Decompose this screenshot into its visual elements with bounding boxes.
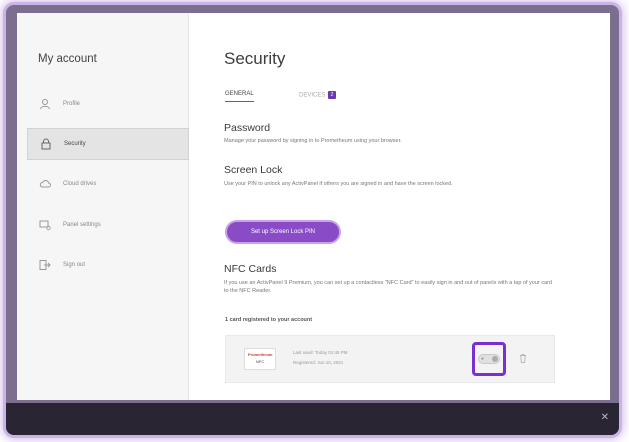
taskbar: ✕ bbox=[6, 403, 619, 435]
sidebar-item-profile[interactable]: Profile bbox=[27, 89, 187, 119]
card-lock-toggle[interactable]: ● bbox=[472, 342, 506, 376]
sign-out-icon bbox=[39, 259, 51, 271]
panel-settings-icon bbox=[39, 219, 51, 231]
sidebar-item-label: Profile bbox=[63, 101, 81, 107]
tab-label: DEVICES bbox=[299, 92, 326, 99]
toggle-knob bbox=[492, 356, 498, 362]
nfc-card-row: Prometheum NFC Last used: Today 01:45 PM… bbox=[225, 335, 555, 383]
security-panel: Security GENERAL DEVICES 2 Password Mana… bbox=[189, 13, 610, 400]
password-description: Manage your password by signing in to Pr… bbox=[224, 138, 402, 144]
sidebar-item-label: Cloud drives bbox=[63, 181, 97, 187]
sidebar-item-panel-settings[interactable]: Panel settings bbox=[27, 210, 187, 240]
tab-general[interactable]: GENERAL bbox=[225, 91, 254, 102]
toggle-track: ● bbox=[478, 354, 500, 364]
nfc-card-thumbnail: Prometheum NFC bbox=[244, 348, 276, 370]
page-title: Security bbox=[224, 49, 286, 68]
sidebar-item-label: Panel settings bbox=[63, 222, 101, 228]
sidebar-title: My account bbox=[38, 53, 97, 65]
person-icon bbox=[39, 98, 51, 110]
tab-label: GENERAL bbox=[225, 91, 254, 97]
card-registered-date: Registered: Jun 10, 2021 bbox=[293, 360, 344, 365]
lock-icon: ● bbox=[481, 356, 485, 362]
screen-lock-description: Use your PIN to unlock any ActivPanel if… bbox=[224, 181, 453, 187]
sidebar-item-label: Sign out bbox=[63, 262, 86, 268]
nfc-cards-title: NFC Cards bbox=[224, 263, 277, 275]
devices-count-badge: 2 bbox=[328, 91, 337, 99]
sidebar-item-label: Security bbox=[64, 141, 86, 147]
nfc-cards-description: If you use an ActivPanel 9 Premium, you … bbox=[224, 280, 552, 294]
sidebar-item-sign-out[interactable]: Sign out bbox=[27, 250, 187, 280]
trash-icon[interactable] bbox=[519, 353, 527, 363]
screenshot-frame: My account Profile Security Cloud drives bbox=[6, 5, 619, 435]
sidebar-item-cloud-drives[interactable]: Cloud drives bbox=[27, 169, 187, 199]
cloud-icon bbox=[39, 178, 51, 190]
password-title: Password bbox=[224, 122, 271, 134]
card-chip-text: NFC bbox=[256, 359, 265, 364]
registered-card-count: 1 card registered to your account bbox=[225, 317, 313, 323]
sidebar-item-security[interactable]: Security bbox=[27, 128, 189, 160]
lock-icon bbox=[40, 138, 52, 150]
tab-devices[interactable]: DEVICES 2 bbox=[299, 91, 337, 103]
card-last-used: Last used: Today 01:45 PM bbox=[293, 350, 348, 355]
screen-lock-title: Screen Lock bbox=[224, 164, 283, 176]
close-icon[interactable]: ✕ bbox=[601, 412, 609, 423]
card-brand-text: Prometheum bbox=[248, 352, 273, 357]
setup-screen-lock-pin-button[interactable]: Set up Screen Lock PIN bbox=[225, 220, 341, 244]
sidebar: My account Profile Security Cloud drives bbox=[17, 13, 189, 400]
account-window: My account Profile Security Cloud drives bbox=[17, 13, 610, 400]
